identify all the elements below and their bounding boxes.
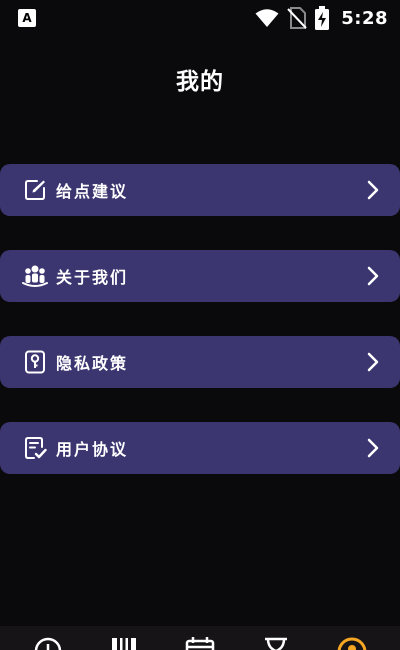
group-icon: [22, 263, 48, 289]
nav-item-calendar[interactable]: [180, 626, 220, 650]
calendar-icon: [184, 636, 216, 650]
menu-item-label: 用户协议: [56, 440, 129, 459]
screen: A 5:28 我的 给点建议 关于我们 隐私政策 用户协议: [0, 0, 400, 650]
menu-item-user-agreement[interactable]: 用户协议: [0, 422, 400, 474]
nav-item-hourglass[interactable]: [256, 626, 296, 650]
page-title: 我的: [176, 69, 224, 95]
status-right: 5:28: [255, 6, 388, 30]
menu-item-feedback[interactable]: 给点建议: [0, 164, 400, 216]
chevron-right-icon: [364, 351, 382, 373]
chevron-right-icon: [364, 265, 382, 287]
menu-item-label: 给点建议: [56, 182, 129, 201]
agreement-check-icon: [22, 435, 48, 461]
wifi-icon: [255, 8, 279, 28]
hourglass-icon: [263, 636, 289, 650]
nav-item-profile[interactable]: [332, 626, 372, 650]
piano-icon: [109, 636, 139, 650]
bottom-nav: [0, 626, 400, 650]
nav-item-piano[interactable]: [104, 626, 144, 650]
menu-item-label: 关于我们: [56, 268, 129, 287]
no-sim-icon: [287, 7, 307, 29]
clock-icon: [33, 636, 63, 650]
privacy-lock-icon: [22, 349, 48, 375]
status-time: 5:28: [341, 7, 388, 29]
chevron-right-icon: [364, 179, 382, 201]
chevron-right-icon: [364, 437, 382, 459]
app-notification-icon: A: [18, 9, 36, 27]
menu-item-label: 隐私政策: [56, 354, 129, 373]
nav-item-clock[interactable]: [28, 626, 68, 650]
status-left: A: [18, 9, 36, 27]
menu-item-about-us[interactable]: 关于我们: [0, 250, 400, 302]
menu-item-privacy-policy[interactable]: 隐私政策: [0, 336, 400, 388]
edit-icon: [22, 177, 48, 203]
battery-charging-icon: [315, 6, 330, 30]
status-bar: A 5:28: [0, 0, 400, 36]
profile-icon: [336, 636, 368, 650]
